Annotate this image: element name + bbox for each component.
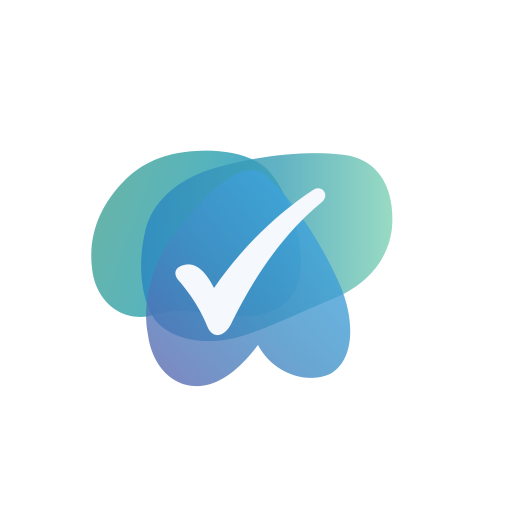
- check-logo: [91, 150, 393, 387]
- app-icon-canvas: [0, 0, 512, 512]
